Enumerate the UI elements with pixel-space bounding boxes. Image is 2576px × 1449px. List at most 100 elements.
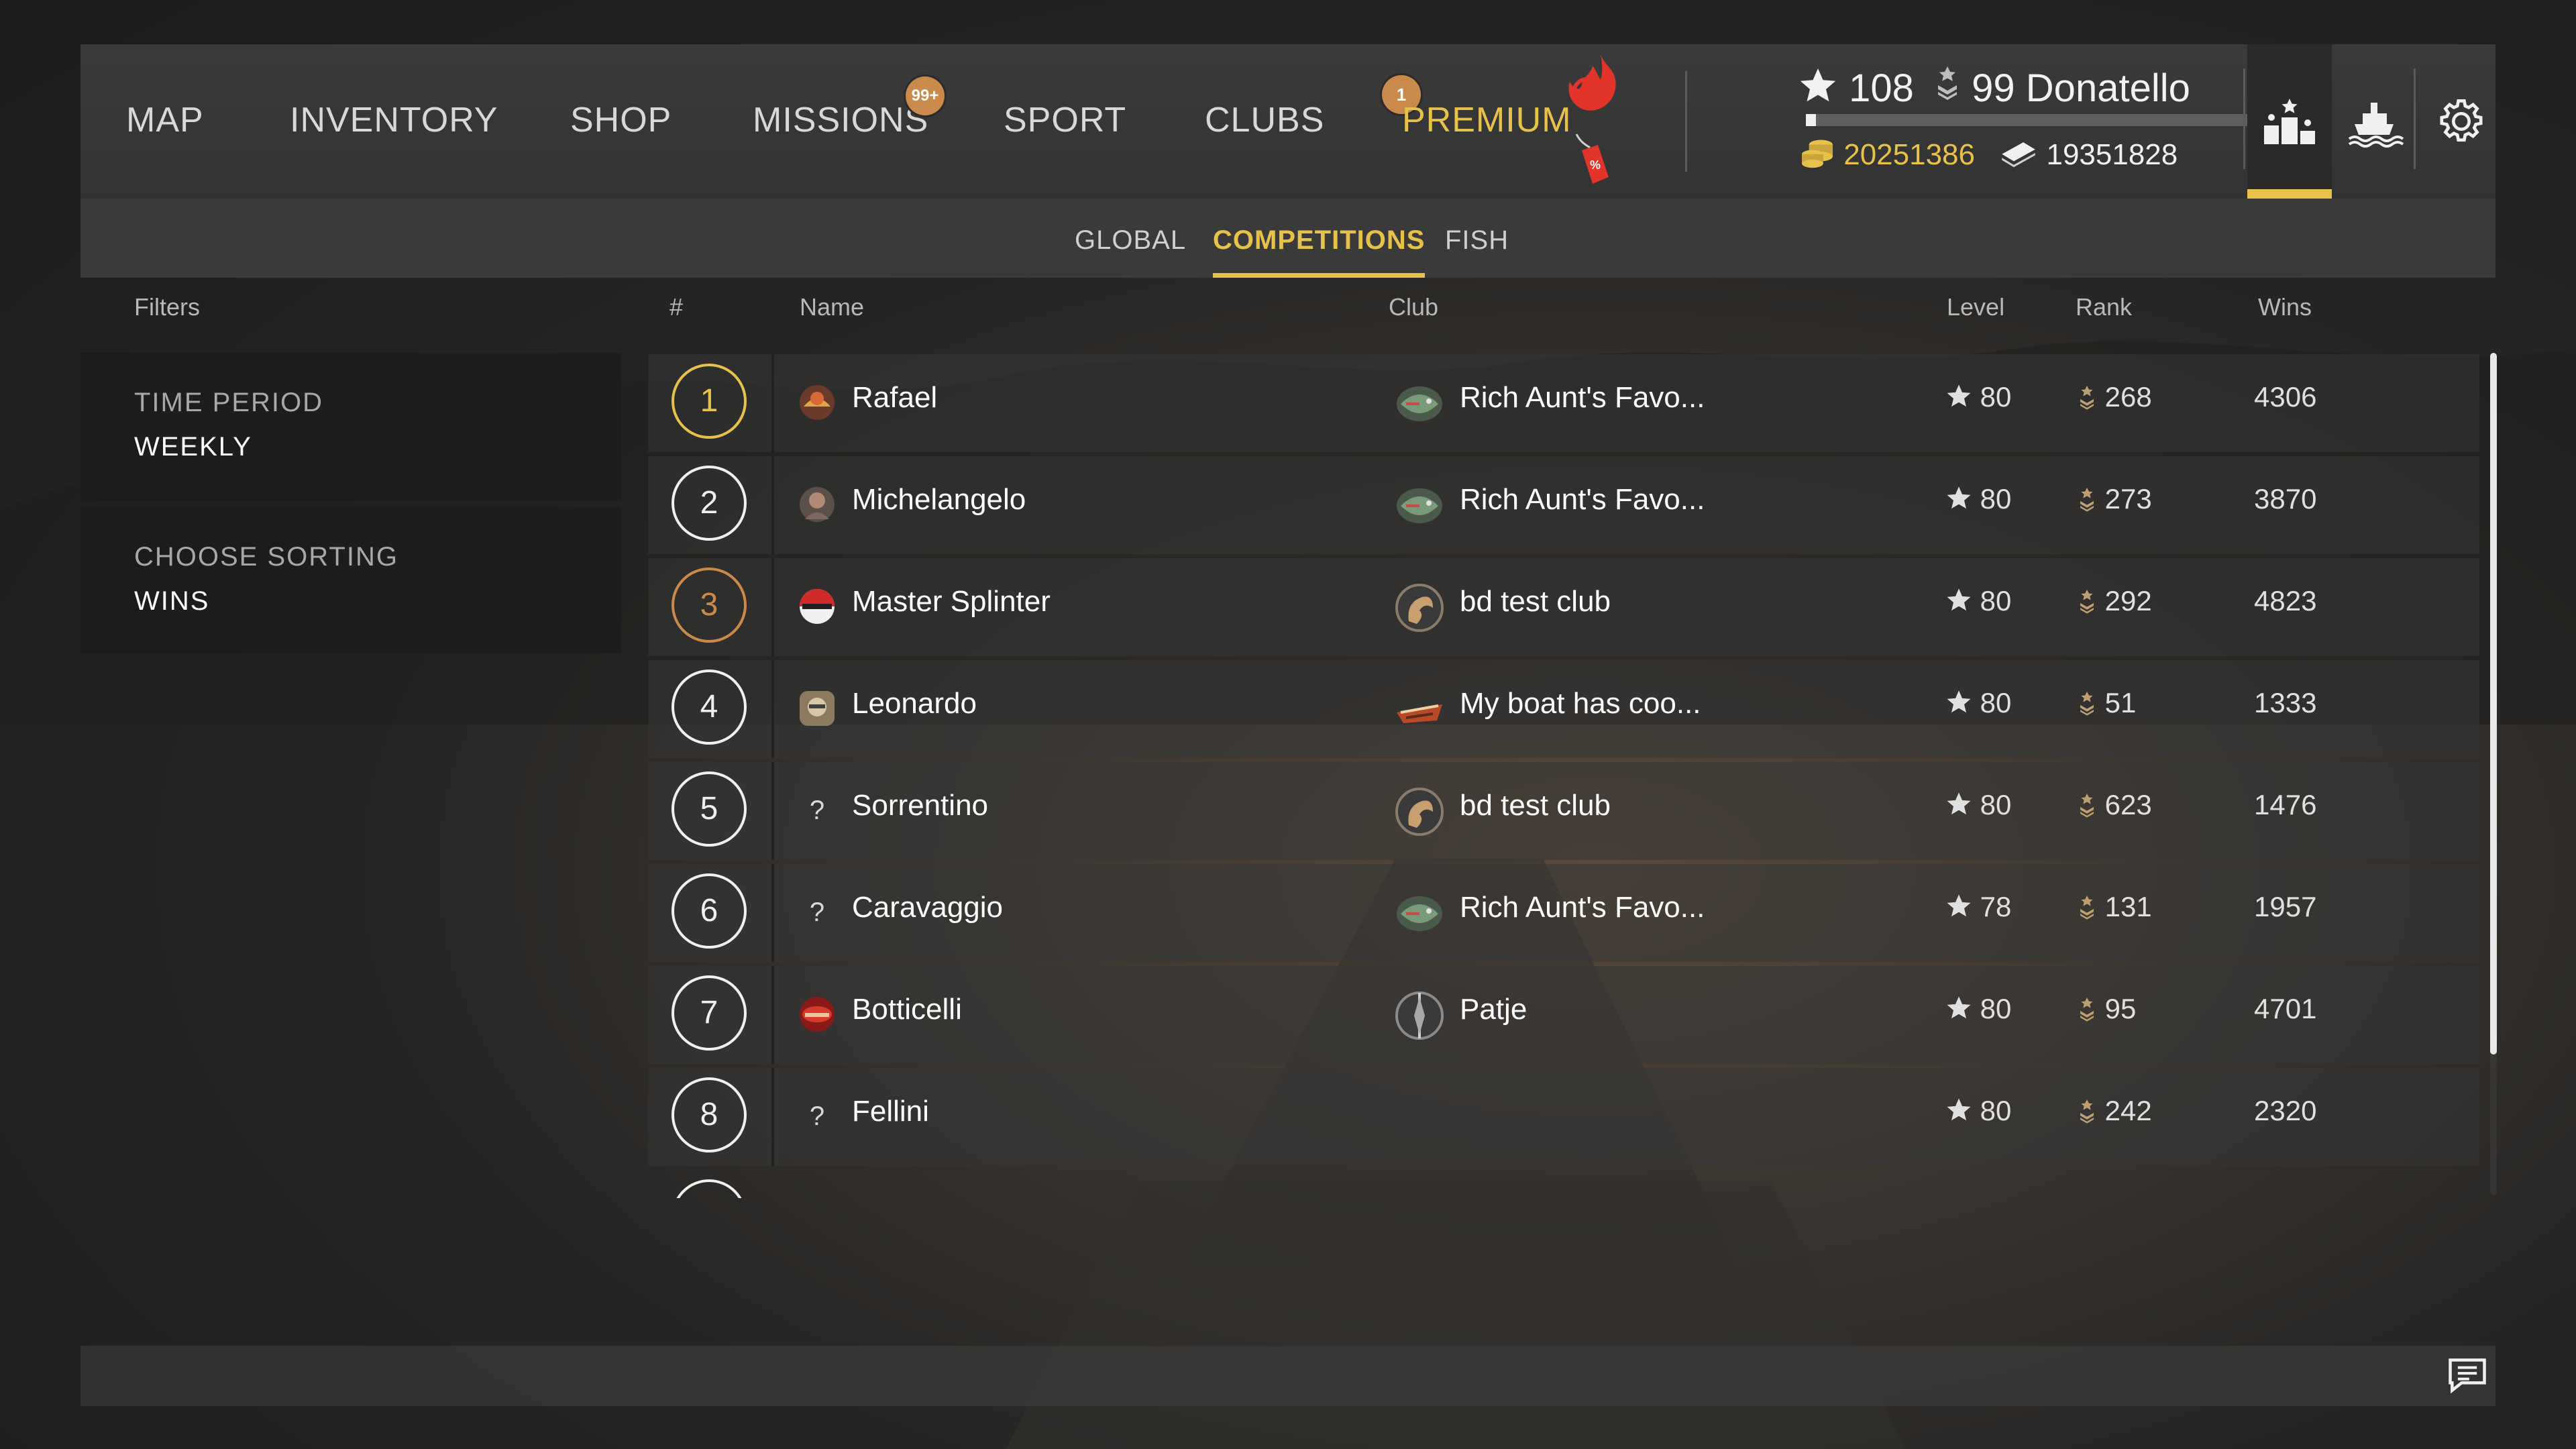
table-row[interactable]: 7 Botticelli Patje 80 95 4701	[648, 966, 2479, 1064]
player-rank: 99	[1972, 66, 2015, 110]
column-header-club[interactable]: Club	[1389, 286, 1438, 329]
position-cell: 7	[648, 966, 774, 1064]
tab-fish[interactable]: FISH	[1445, 199, 1509, 278]
club-name-cell[interactable]: bd test club	[1460, 789, 1611, 822]
club-dragon-emblem-icon	[1395, 584, 1444, 632]
club-name-cell[interactable]: Rich Aunt's Favo...	[1460, 483, 1705, 517]
scrollbar-thumb[interactable]	[2490, 353, 2497, 1055]
position-badge: 1	[672, 364, 747, 439]
time-period-filter[interactable]: TIME PERIOD WEEKLY	[80, 353, 621, 500]
level-cell: 80	[1945, 1095, 2011, 1127]
table-row[interactable]: 1 Rafael Rich Aunt's Favo... 80 268 4306	[648, 354, 2479, 452]
leaderboard-button[interactable]	[2247, 44, 2332, 199]
premium-flame-icon	[1568, 55, 1616, 111]
player-name-cell: Rafael	[852, 381, 938, 414]
level-cell: 80	[1945, 993, 2011, 1025]
club-fish-emblem-icon	[1397, 488, 1442, 523]
player-avatar	[800, 691, 835, 726]
divider	[1685, 71, 1687, 172]
position-badge: 8	[672, 1077, 747, 1152]
club-name-cell[interactable]: Rich Aunt's Favo...	[1460, 381, 1705, 415]
player-avatar	[800, 589, 835, 624]
rank-cell: 131	[2077, 891, 2152, 923]
sorting-filter[interactable]: CHOOSE SORTING WINS	[80, 507, 621, 653]
wins-cell: 4823	[2254, 585, 2317, 616]
rank-value: 273	[2104, 483, 2152, 515]
position-cell: 4	[648, 660, 774, 758]
nav-premium[interactable]: PREMIUM	[1402, 44, 1572, 199]
column-header-number: #	[669, 293, 684, 321]
unknown-avatar-icon: ?	[809, 1102, 825, 1131]
rank-cell: 273	[2077, 483, 2152, 515]
level-value: 80	[1980, 585, 2012, 616]
wins-cell: 1957	[2254, 891, 2317, 922]
rank-cell: 623	[2077, 789, 2152, 821]
table-row[interactable]: 2 Michelangelo Rich Aunt's Favo... 80 27…	[648, 456, 2479, 554]
club-name-cell[interactable]: My boat has coo...	[1460, 687, 1701, 720]
missions-badge: 99+	[906, 76, 945, 115]
column-header-rank[interactable]: Rank	[2076, 286, 2132, 329]
unknown-avatar-icon: ?	[809, 796, 825, 825]
star-icon	[1947, 894, 1971, 917]
player-name-cell: Master Splinter	[852, 585, 1051, 618]
chat-icon[interactable]	[2445, 1352, 2490, 1398]
sorting-label: CHOOSE SORTING	[134, 542, 398, 572]
ship-button[interactable]	[2332, 44, 2416, 199]
star-icon	[1947, 384, 1971, 407]
wins-cell: 2320	[2254, 1095, 2317, 1126]
star-icon	[1947, 792, 1971, 815]
position-badge: 4	[672, 669, 747, 745]
star-icon	[1947, 690, 1971, 713]
bottom-bar	[80, 1346, 2496, 1406]
nav-sport[interactable]: SPORT	[1004, 44, 1126, 199]
rank-cell: 95	[2077, 993, 2136, 1025]
rank-value: 51	[2104, 687, 2137, 718]
wins-cell: 1476	[2254, 789, 2317, 820]
leaderboard-tabs: GLOBAL COMPETITIONS FISH	[80, 199, 2496, 278]
rank-value: 268	[2104, 381, 2152, 413]
tab-global[interactable]: GLOBAL	[1075, 199, 1186, 278]
nav-shop[interactable]: SHOP	[570, 44, 672, 199]
club-name-cell[interactable]: Rich Aunt's Favo...	[1460, 891, 1705, 924]
nav-clubs[interactable]: CLUBS	[1205, 44, 1324, 199]
nav-inventory[interactable]: INVENTORY	[290, 44, 498, 199]
star-icon	[1947, 486, 1971, 509]
nav-missions[interactable]: MISSIONS	[753, 44, 928, 199]
player-avatar	[800, 385, 835, 420]
column-header-level[interactable]: Level	[1947, 286, 2004, 329]
player-name-cell: Sorrentino	[852, 789, 989, 822]
column-header-wins[interactable]: Wins	[2258, 286, 2312, 329]
rank-value: 292	[2104, 585, 2152, 616]
rank-chevron-icon	[2080, 589, 2094, 614]
level-value: 80	[1980, 483, 2012, 515]
level-cell: 80	[1945, 483, 2011, 515]
nav-map[interactable]: MAP	[126, 44, 204, 199]
player-name: Donatello	[2025, 66, 2190, 110]
table-row[interactable]: 5 ? Sorrentino bd test club 80 623 1476	[648, 762, 2479, 860]
club-name-cell[interactable]: bd test club	[1460, 585, 1611, 619]
rank-cell: 292	[2077, 585, 2152, 617]
club-name-cell[interactable]: Patje	[1460, 993, 1527, 1026]
table-row[interactable]: 4 Leonardo My boat has coo... 80 51 1333	[648, 660, 2479, 758]
rank-cell: 51	[2077, 687, 2136, 719]
rank-chevron-icon	[2080, 487, 2094, 512]
table-row[interactable]: 3 Master Splinter bd test club 80 292 48…	[648, 558, 2479, 656]
player-avatar	[800, 487, 835, 522]
gold-coins-icon	[1802, 140, 1833, 168]
table-row[interactable]: 8 ? Fellini 80 242 2320	[648, 1068, 2479, 1166]
top-navigation-bar: MAP INVENTORY SHOP MISSIONS 99+ SPORT CL…	[80, 44, 2496, 199]
level-value: 80	[1980, 993, 2012, 1024]
tab-competitions[interactable]: COMPETITIONS	[1213, 199, 1426, 278]
table-row[interactable]: 6 ? Caravaggio Rich Aunt's Favo... 78 13…	[648, 864, 2479, 962]
currency-row: 20251386 19351828	[1799, 131, 2178, 178]
rank-chevron-icon	[2080, 385, 2094, 410]
rank-chevron-icon	[2080, 997, 2094, 1022]
column-header-name[interactable]: Name	[800, 286, 864, 329]
table-scrollbar[interactable]	[2490, 353, 2497, 1195]
star-icon	[1947, 1098, 1971, 1121]
position-badge: 3	[672, 568, 747, 643]
settings-button[interactable]	[2419, 44, 2504, 199]
profile-summary: 108 99 Donatello	[1798, 62, 2190, 115]
position-cell: 6	[648, 864, 774, 962]
rank-value: 242	[2104, 1095, 2152, 1126]
